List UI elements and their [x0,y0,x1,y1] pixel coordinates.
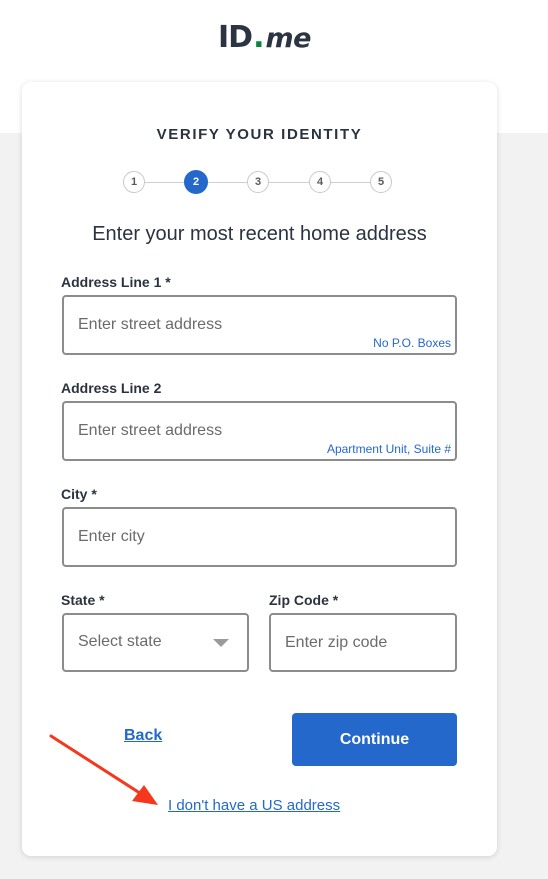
step-2-active: 2 [184,170,208,194]
address-line-1-label: Address Line 1 * [61,274,171,290]
logo-me-text: me [265,23,311,54]
no-us-address-link[interactable]: I don't have a US address [168,797,340,814]
step-1: 1 [123,171,145,193]
continue-button[interactable]: Continue [292,713,457,766]
page-title: VERIFY YOUR IDENTITY [156,126,363,143]
city-field[interactable] [62,507,457,567]
step-5: 5 [370,171,392,193]
state-select[interactable]: Select state [62,613,249,672]
address-line-2-hint: Apartment Unit, Suite # [326,442,451,456]
address-line-1-field[interactable]: No P.O. Boxes [62,295,457,355]
zip-code-input[interactable] [271,615,455,670]
annotation-arrow-icon [49,734,158,805]
address-line-2-field[interactable]: Apartment Unit, Suite # [62,401,457,461]
chevron-down-icon [213,639,229,647]
logo-dot: . [253,20,265,55]
address-line-2-label: Address Line 2 [61,380,162,396]
address-line-1-hint: No P.O. Boxes [373,336,451,350]
form-heading: Enter your most recent home address [92,223,427,245]
progress-stepper: 1 2 3 4 5 [123,170,397,195]
city-input[interactable] [64,509,455,565]
idme-logo: ID. me [218,20,311,56]
logo-id-text: ID [218,20,253,55]
step-4: 4 [309,171,331,193]
state-label: State * [61,592,105,608]
state-select-value: Select state [78,633,162,650]
step-3: 3 [247,171,269,193]
city-label: City * [61,486,97,502]
zip-code-field[interactable] [269,613,457,672]
zip-code-label: Zip Code * [269,592,339,608]
